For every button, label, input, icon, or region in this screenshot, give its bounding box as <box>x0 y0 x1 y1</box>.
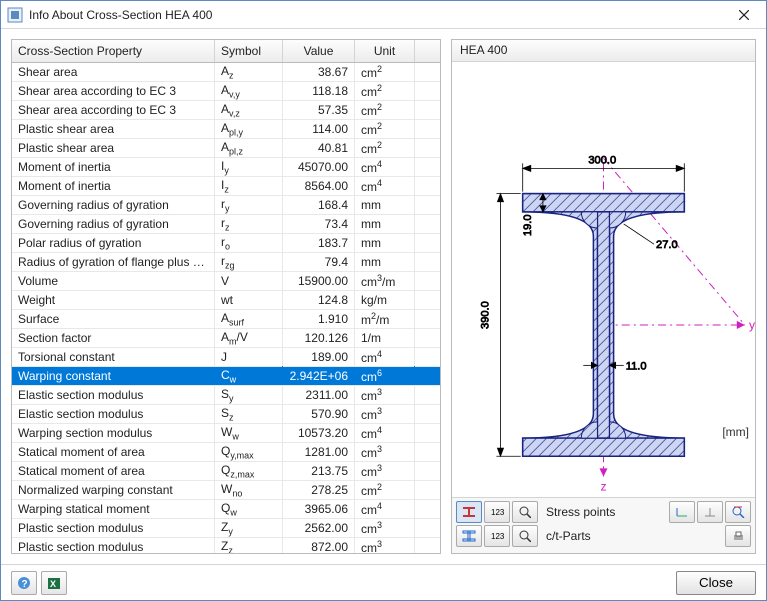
table-row[interactable]: Weightwt124.8kg/m <box>12 291 440 310</box>
table-row[interactable]: Plastic shear areaApl,y114.00cm2 <box>12 120 440 139</box>
dim-width: 300.0 <box>588 154 616 166</box>
col-symbol[interactable]: Symbol <box>215 40 283 62</box>
table-row[interactable]: Radius of gyration of flange plus 1/5 of… <box>12 253 440 272</box>
values-icon[interactable]: 123 <box>484 501 510 523</box>
preview-panel: HEA 400 y z <box>451 39 756 554</box>
solid-section-icon[interactable] <box>456 501 482 523</box>
svg-text:X: X <box>50 579 56 589</box>
table-body[interactable]: Shear areaAz38.67cm2Shear area according… <box>12 63 440 553</box>
svg-text:123: 123 <box>491 508 504 517</box>
table-row[interactable]: Normalized warping constantWno278.25cm2 <box>12 481 440 500</box>
table-row[interactable]: Plastic section modulusZz872.00cm3 <box>12 538 440 553</box>
table-row[interactable]: Shear area according to EC 3Av,z57.35cm2 <box>12 101 440 120</box>
preview-toolbar: 123 Stress points 123 c/t-Parts <box>452 497 755 553</box>
col-value[interactable]: Value <box>283 40 355 62</box>
svg-text:123: 123 <box>491 532 504 541</box>
axis-z-label: z <box>600 480 606 494</box>
properties-table: Cross-Section Property Symbol Value Unit… <box>11 39 441 554</box>
export-excel-icon[interactable]: X <box>41 571 67 595</box>
preview-title: HEA 400 <box>452 40 755 62</box>
zoom-icon[interactable] <box>512 501 538 523</box>
help-icon[interactable]: ? <box>11 571 37 595</box>
table-row[interactable]: Statical moment of areaQy,max1281.00cm3 <box>12 443 440 462</box>
close-button[interactable]: Close <box>676 571 756 595</box>
table-row[interactable]: Moment of inertiaIz8564.00cm4 <box>12 177 440 196</box>
dim-radius: 27.0 <box>656 239 678 251</box>
table-row[interactable]: Plastic section modulusZy2562.00cm3 <box>12 519 440 538</box>
print-preview-icon[interactable] <box>725 501 751 523</box>
printer-icon[interactable] <box>725 525 751 547</box>
table-row[interactable]: Polar radius of gyrationro183.7mm <box>12 234 440 253</box>
table-row[interactable]: Warping section modulusWw10573.20cm4 <box>12 424 440 443</box>
col-property[interactable]: Cross-Section Property <box>12 40 215 62</box>
table-row[interactable]: Section factorAm/V120.1261/m <box>12 329 440 348</box>
table-row[interactable]: Torsional constantJ189.00cm4 <box>12 348 440 367</box>
table-header: Cross-Section Property Symbol Value Unit <box>12 40 440 63</box>
stress-points-label: Stress points <box>546 505 667 519</box>
outline-section-icon[interactable] <box>456 525 482 547</box>
table-row[interactable]: Warping constantCw2.942E+06cm6 <box>12 367 440 386</box>
close-icon[interactable] <box>722 1 766 29</box>
window: Info About Cross-Section HEA 400 Cross-S… <box>0 0 767 601</box>
table-row[interactable]: SurfaceAsurf1.910m2/m <box>12 310 440 329</box>
ct-parts-label: c/t-Parts <box>546 529 723 543</box>
table-row[interactable]: Statical moment of areaQz,max213.75cm3 <box>12 462 440 481</box>
axes-xy-icon[interactable] <box>669 501 695 523</box>
axes-extra-icon[interactable] <box>697 501 723 523</box>
values-2-icon[interactable]: 123 <box>484 525 510 547</box>
table-row[interactable]: Elastic section modulusSz570.90cm3 <box>12 405 440 424</box>
table-row[interactable]: Shear areaAz38.67cm2 <box>12 63 440 82</box>
table-row[interactable]: Governing radius of gyrationrz73.4mm <box>12 215 440 234</box>
dim-height: 390.0 <box>479 301 491 329</box>
table-row[interactable]: Plastic shear areaApl,z40.81cm2 <box>12 139 440 158</box>
app-icon <box>7 7 23 23</box>
table-row[interactable]: Governing radius of gyrationry168.4mm <box>12 196 440 215</box>
svg-text:?: ? <box>22 579 28 590</box>
window-title: Info About Cross-Section HEA 400 <box>29 8 722 22</box>
titlebar: Info About Cross-Section HEA 400 <box>1 1 766 29</box>
section-canvas[interactable]: y z <box>452 62 755 497</box>
zoom-2-icon[interactable] <box>512 525 538 547</box>
axis-y-label: y <box>749 318 755 332</box>
table-row[interactable]: Warping statical momentQw3965.06cm4 <box>12 500 440 519</box>
unit-label: [mm] <box>722 425 749 439</box>
table-row[interactable]: VolumeV15900.00cm3/m <box>12 272 440 291</box>
table-row[interactable]: Elastic section modulusSy2311.00cm3 <box>12 386 440 405</box>
footer: ? X Close <box>1 564 766 600</box>
dim-flange: 19.0 <box>522 214 534 236</box>
table-row[interactable]: Shear area according to EC 3Av,y118.18cm… <box>12 82 440 101</box>
table-row[interactable]: Moment of inertiaIy45070.00cm4 <box>12 158 440 177</box>
dim-web: 11.0 <box>626 360 647 372</box>
col-unit[interactable]: Unit <box>355 40 415 62</box>
